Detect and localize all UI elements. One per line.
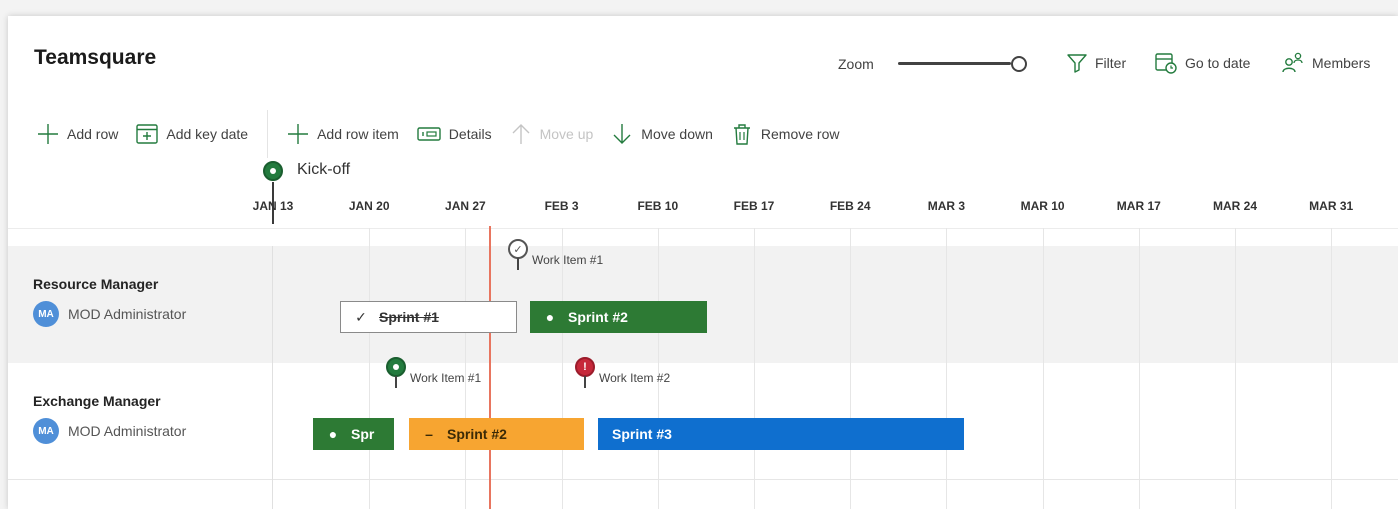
timeline-date-label: JAN 27 [445, 199, 486, 213]
sprint-bar[interactable]: – Sprint #2 [409, 418, 584, 450]
sprint-label: Spr [351, 426, 375, 442]
row-title: Resource Manager [33, 276, 159, 292]
add-key-date-label: Add key date [166, 126, 249, 142]
dot-pin-icon [386, 357, 406, 377]
sprint-label: Sprint #1 [379, 309, 439, 325]
timeline-date-label: FEB 17 [733, 199, 775, 213]
move-up-label: Move up [539, 126, 594, 142]
timeline-date-label: FEB 3 [544, 199, 579, 213]
sprint-bar[interactable]: Sprint #3 [598, 418, 964, 450]
dot-icon: ● [328, 426, 338, 442]
remove-row-button[interactable]: Remove row [730, 122, 840, 146]
timeline-date-label: MAR 3 [927, 199, 966, 213]
calendar-add-icon [135, 122, 159, 146]
command-toolbar: Add row Add key date Add row item Detail… [36, 110, 856, 158]
timeline-gridline [657, 228, 659, 509]
plus-icon [286, 122, 310, 146]
avatar: MA [33, 301, 59, 327]
arrow-up-icon [509, 122, 533, 146]
pin-stem [584, 376, 586, 388]
zoom-label: Zoom [838, 56, 874, 72]
add-row-item-button[interactable]: Add row item [286, 122, 399, 146]
go-to-date-label: Go to date [1185, 55, 1251, 71]
timeline-date-label: MAR 17 [1116, 199, 1161, 213]
timeline-gridline [1042, 228, 1044, 509]
timeline-date-label: FEB 10 [637, 199, 679, 213]
filter-button[interactable]: Filter [1066, 50, 1126, 76]
avatar: MA [33, 418, 59, 444]
zoom-slider[interactable] [898, 56, 1033, 72]
work-item-label: Work Item #1 [410, 371, 482, 385]
today-line [489, 226, 491, 509]
key-date-label: Kick-off [297, 161, 351, 178]
details-icon [416, 122, 442, 146]
details-button[interactable]: Details [416, 122, 492, 146]
row-member: MA MOD Administrator [33, 301, 186, 327]
sprint-label: Sprint #3 [612, 426, 672, 442]
dash-icon: – [425, 426, 433, 442]
add-row-button[interactable]: Add row [36, 122, 118, 146]
row-title: Exchange Manager [33, 393, 161, 409]
work-item-label: Work Item #1 [532, 253, 604, 267]
filter-label: Filter [1095, 55, 1127, 71]
sprint-bar[interactable]: ● Spr [313, 418, 394, 450]
member-name: MOD Administrator [68, 423, 187, 439]
move-up-button[interactable]: Move up [509, 122, 594, 146]
work-item-label: Work Item #2 [599, 371, 671, 385]
key-date-pin[interactable] [263, 161, 283, 181]
pin-stem [517, 258, 519, 270]
timeline-date-label: MAR 24 [1212, 199, 1258, 213]
sprint-bar[interactable]: ✓ Sprint #1 [340, 301, 517, 333]
timeline-date-label: JAN 13 [252, 199, 294, 213]
timeline-date-label: MAR 31 [1309, 199, 1354, 213]
timeline-gridline [850, 228, 852, 509]
details-label: Details [448, 126, 492, 142]
timeline-gridline [465, 228, 467, 509]
timeline-gridline [1138, 228, 1140, 509]
name-column-divider [272, 246, 273, 509]
members-label: Members [1312, 55, 1371, 71]
add-row-label: Add row [67, 126, 119, 142]
timeline-gridline [369, 228, 371, 509]
check-circle-icon: ✓ [508, 239, 528, 259]
remove-row-label: Remove row [760, 126, 840, 142]
timeline-date-label: FEB 24 [829, 199, 871, 213]
zoom-thumb[interactable] [1011, 56, 1027, 72]
timeline-gridline [946, 228, 948, 509]
timeline-header-rule [8, 228, 1398, 229]
check-icon: ✓ [355, 308, 367, 325]
dot-icon: ● [545, 309, 555, 325]
move-down-label: Move down [641, 126, 713, 142]
timeline-gridline [561, 228, 563, 509]
calendar-clock-icon [1154, 51, 1178, 75]
timeline-gridline [754, 228, 755, 509]
sprint-label: Sprint #2 [447, 426, 507, 442]
toolbar-divider [267, 110, 269, 158]
move-down-button[interactable]: Move down [610, 122, 713, 146]
people-icon [1281, 51, 1305, 75]
planner-card: Teamsquare Zoom Filter Go to date Member… [8, 16, 1398, 509]
timeline-date-label: MAR 10 [1020, 199, 1065, 213]
filter-icon [1066, 52, 1088, 74]
alert-pin-icon: ! [575, 357, 595, 377]
arrow-down-icon [610, 122, 634, 146]
add-key-date-button[interactable]: Add key date [135, 122, 248, 146]
member-name: MOD Administrator [68, 306, 187, 322]
app-title: Teamsquare [34, 46, 157, 69]
members-button[interactable]: Members [1281, 50, 1370, 76]
timeline-gridline [1331, 228, 1333, 509]
sprint-label: Sprint #2 [568, 309, 628, 325]
timeline-date-label: JAN 20 [348, 199, 390, 213]
row-member: MA MOD Administrator [33, 418, 186, 444]
zoom-track [898, 62, 1011, 65]
plus-icon [36, 122, 60, 146]
add-row-item-label: Add row item [317, 126, 399, 142]
go-to-date-button[interactable]: Go to date [1154, 50, 1250, 76]
timeline-gridline [1235, 228, 1236, 509]
pin-stem [395, 376, 397, 388]
sprint-bar[interactable]: ● Sprint #2 [530, 301, 707, 333]
trash-icon [730, 122, 754, 146]
